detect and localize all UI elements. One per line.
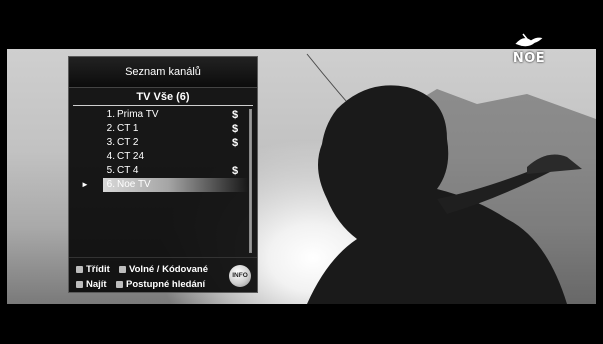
scrollbar[interactable]: [249, 109, 252, 253]
channel-name: CT 2: [117, 137, 139, 148]
color-key-icon: [116, 280, 123, 288]
free-scrambled-hint[interactable]: Volné / Kódované: [119, 263, 208, 277]
panel-footer: Třídit Volné / Kódované Najít Postupné h…: [69, 257, 257, 294]
channel-number: 3.: [106, 137, 115, 148]
progressive-search-label: Postupné hledání: [126, 279, 206, 290]
color-key-icon: [76, 280, 83, 288]
progressive-search-hint[interactable]: Postupné hledání: [116, 278, 205, 292]
channel-name: Noe TV: [117, 179, 151, 190]
channel-number: 6.: [106, 179, 115, 190]
free-scrambled-label: Volné / Kódované: [129, 264, 209, 275]
channel-row[interactable]: 3. CT 2 $: [69, 136, 257, 150]
paid-icon: $: [232, 165, 239, 177]
channel-row[interactable]: 2. CT 1 $: [69, 122, 257, 136]
channel-number: 4.: [106, 151, 115, 162]
channel-number: 2.: [106, 123, 115, 134]
paid-icon: $: [232, 137, 239, 149]
channel-row[interactable]: 1. Prima TV $: [69, 108, 257, 122]
tv-screen: NOE Seznam kanálů TV Vše (6) 1. Prima TV…: [0, 0, 603, 344]
paid-icon: $: [232, 123, 239, 135]
find-hint[interactable]: Najít: [76, 278, 107, 292]
dove-icon: [514, 33, 544, 47]
channel-list-panel: Seznam kanálů TV Vše (6) 1. Prima TV $ 2…: [68, 56, 258, 293]
channel-name: CT 4: [117, 165, 139, 176]
channel-name: Prima TV: [117, 109, 159, 120]
sort-hint[interactable]: Třídit: [76, 263, 110, 277]
info-button[interactable]: INFO: [229, 265, 251, 287]
sort-label: Třídit: [86, 264, 110, 275]
channel-number: 1.: [106, 109, 115, 120]
channel-row-selected[interactable]: ► 6. Noe TV: [69, 178, 257, 192]
color-key-icon: [76, 265, 83, 273]
channel-group-label[interactable]: TV Vše (6): [73, 89, 253, 106]
channel-row[interactable]: 5. CT 4 $: [69, 164, 257, 178]
channel-logo: NOE: [509, 30, 549, 66]
channel-number: 5.: [106, 165, 115, 176]
paid-icon: $: [232, 109, 239, 121]
find-label: Najít: [86, 279, 107, 290]
channel-name: CT 24: [117, 151, 145, 162]
channel-row[interactable]: 4. CT 24: [69, 150, 257, 164]
channel-name: CT 1: [117, 123, 139, 134]
color-key-icon: [119, 265, 126, 273]
scrollbar-thumb[interactable]: [250, 110, 251, 252]
selection-arrow-icon: ►: [81, 180, 89, 189]
channel-logo-text: NOE: [512, 51, 546, 66]
panel-title: Seznam kanálů: [69, 57, 257, 88]
